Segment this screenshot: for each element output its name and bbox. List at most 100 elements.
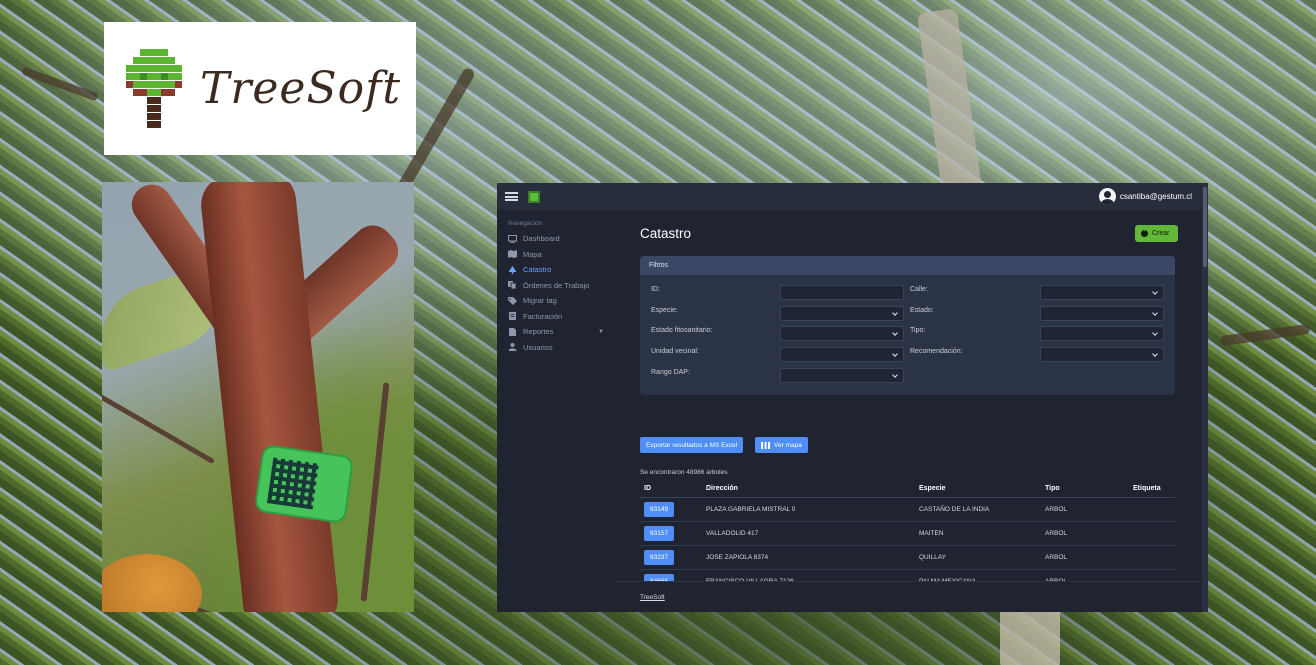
- cell-tipo: ARBOL: [1045, 506, 1068, 513]
- sidebar-item-migrar-tag[interactable]: Migrar tag: [497, 293, 616, 309]
- logo-pixel: [133, 64, 140, 72]
- user-avatar-icon: [1098, 188, 1116, 205]
- logo-pixel: [168, 88, 175, 96]
- user-menu[interactable]: csantiba@gestum.cl: [1098, 188, 1192, 205]
- sidebar-item-label: Reportes: [523, 327, 554, 337]
- logo-pixel: [140, 56, 147, 64]
- sidebar-item-catastro[interactable]: Catastro: [497, 262, 616, 278]
- tree-id-link[interactable]: 83149: [644, 502, 675, 517]
- plus-circle-icon: [1141, 227, 1148, 237]
- logo-pixel: [140, 64, 147, 72]
- logo-pixel: [154, 48, 161, 56]
- hamburger-menu-icon[interactable]: [505, 192, 518, 201]
- column-header-direccion[interactable]: Dirección: [706, 485, 919, 492]
- cell-direccion: VALLADOLID 417: [706, 530, 759, 537]
- result-count: Se encontraron 48986 árboles: [640, 469, 728, 476]
- logo-pixel: [154, 64, 161, 72]
- scrollbar-thumb[interactable]: [1203, 187, 1207, 267]
- estado-fitosanitario-select[interactable]: [780, 326, 904, 341]
- especie-select[interactable]: [780, 306, 904, 321]
- cell-especie: CASTAÑO DE LA INDIA: [919, 506, 990, 513]
- logo-pixel: [161, 72, 168, 80]
- sidebar-item-ordenes-de-trabajo[interactable]: Órdenes de Trabajo: [497, 278, 616, 294]
- logo-pixel: [161, 88, 168, 96]
- cell-tipo: ARBOL: [1045, 554, 1068, 561]
- logo-pixel: [133, 72, 140, 80]
- logo-pixel: [154, 72, 161, 80]
- table-header: ID Dirección Especie Tipo Etiqueta: [640, 480, 1175, 498]
- filter-label-id: ID:: [651, 286, 660, 293]
- filter-label-calle: Calle:: [910, 286, 928, 293]
- filter-label-especie: Especie:: [651, 307, 678, 314]
- sidebar-item-mapa[interactable]: Mapa: [497, 247, 616, 263]
- tree-id-link[interactable]: 83237: [644, 550, 675, 565]
- logo-pixel: [133, 88, 140, 96]
- logo-pixel: [161, 56, 168, 64]
- export-excel-button[interactable]: Exportar resultados a MS Excel: [640, 437, 744, 453]
- pixel-tree-logo-icon: [126, 48, 184, 129]
- filters-title: Filtros: [640, 256, 1175, 275]
- scrollbar[interactable]: [1202, 183, 1208, 612]
- column-header-id[interactable]: ID: [640, 485, 706, 492]
- view-map-button[interactable]: Ver mapa: [755, 437, 808, 453]
- logo-pixel: [154, 96, 161, 104]
- filter-label-recomendacion: Recomendación:: [910, 348, 963, 355]
- cell-direccion: JOSE ZAPIOLA 8374: [706, 554, 769, 561]
- logo-pixel: [154, 56, 161, 64]
- filter-label-unidad-vecinal: Unidad vecinal:: [651, 348, 699, 355]
- tipo-select[interactable]: [1040, 326, 1164, 341]
- logo-pixel: [175, 72, 182, 80]
- logo-pixel: [133, 80, 140, 88]
- column-header-tipo[interactable]: Tipo: [1045, 485, 1133, 492]
- copy-icon: [508, 281, 517, 290]
- file-icon: [508, 327, 517, 336]
- sidebar-item-label: Facturación: [523, 311, 563, 321]
- logo-pixel: [154, 112, 161, 120]
- app-logo-icon[interactable]: [528, 190, 540, 203]
- logo-pixel: [168, 56, 175, 64]
- unidad-vecinal-select[interactable]: [780, 347, 904, 362]
- qr-tag: [253, 443, 355, 525]
- tree-id-link[interactable]: 83157: [644, 526, 675, 541]
- filters-panel: Filtros ID: Especie: Estado fitosanitari…: [640, 256, 1175, 395]
- logo-pixel: [168, 72, 175, 80]
- sidebar-item-label: Migrar tag: [523, 296, 557, 306]
- logo-pixel: [175, 80, 182, 88]
- sidebar-item-facturacion[interactable]: Facturación: [497, 309, 616, 325]
- column-header-etiqueta[interactable]: Etiqueta: [1133, 485, 1175, 492]
- calle-select[interactable]: [1040, 285, 1164, 300]
- sidebar-item-label: Dashboard: [523, 234, 560, 244]
- logo-pixel: [147, 88, 154, 96]
- logo-pixel: [147, 56, 154, 64]
- sidebar-item-dashboard[interactable]: Dashboard: [497, 231, 616, 247]
- sidebar-item-reportes[interactable]: Reportes ▼: [497, 324, 616, 340]
- logo-pixel: [147, 80, 154, 88]
- rango-dap-select[interactable]: [780, 368, 904, 383]
- sidebar-item-usuarios[interactable]: Usuarios: [497, 340, 616, 356]
- logo-pixel: [168, 64, 175, 72]
- logo-pixel: [147, 96, 154, 104]
- trunk-shape: [198, 182, 341, 612]
- logo-pixel: [147, 72, 154, 80]
- table-row: 83149 PLAZA GABRIELA MISTRAL 0 CASTAÑO D…: [640, 498, 1175, 522]
- logo-pixel: [147, 64, 154, 72]
- logo-pixel: [140, 88, 147, 96]
- tree-tag-photo: [102, 182, 414, 612]
- create-button[interactable]: Crear: [1135, 225, 1178, 242]
- logo-text: TreeSoft: [200, 63, 402, 114]
- twig-shape: [360, 382, 390, 602]
- sidebar-item-label: Usuarios: [523, 342, 553, 352]
- estado-select[interactable]: [1040, 306, 1164, 321]
- logo-pixel: [126, 64, 133, 72]
- logo-pixel: [161, 64, 168, 72]
- user-icon: [508, 343, 517, 352]
- logo-pixel: [147, 104, 154, 112]
- footer-treesoft-link[interactable]: TreeSoft: [640, 594, 665, 601]
- filter-label-estado: Estado:: [910, 307, 934, 314]
- column-header-especie[interactable]: Especie: [919, 485, 1045, 492]
- logo-pixel: [161, 80, 168, 88]
- id-input[interactable]: [780, 285, 904, 300]
- cell-especie: MAITEN: [919, 530, 944, 537]
- logo-pixel: [126, 72, 133, 80]
- recomendacion-select[interactable]: [1040, 347, 1164, 362]
